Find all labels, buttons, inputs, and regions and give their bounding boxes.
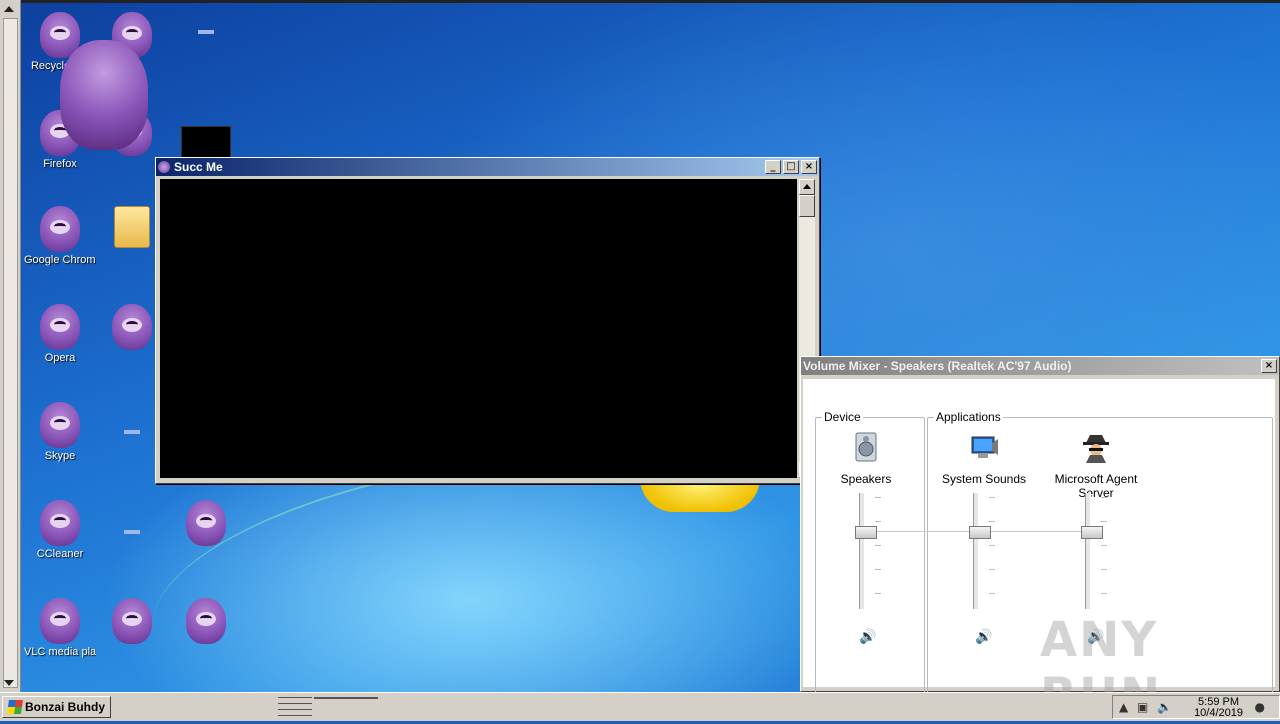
bonzi-icon bbox=[112, 598, 152, 644]
desktop-icon[interactable] bbox=[96, 598, 168, 644]
desktop-icon[interactable] bbox=[170, 598, 242, 644]
taskbar-divider bbox=[314, 697, 378, 699]
channel-name: Microsoft Agent Server bbox=[1054, 472, 1138, 500]
speakers-volume-thumb[interactable] bbox=[855, 526, 877, 539]
window-title: Volume Mixer - Speakers (Realtek AC'97 A… bbox=[803, 359, 1072, 373]
clock-date: 10/4/2019 bbox=[1194, 707, 1243, 719]
scroll-up-arrow-icon[interactable] bbox=[4, 6, 14, 12]
bonzi-icon bbox=[112, 304, 152, 350]
agent-volume-thumb[interactable] bbox=[1081, 526, 1103, 539]
channel-name: Speakers bbox=[840, 472, 892, 486]
bonzi-icon bbox=[186, 500, 226, 546]
scroll-thumb[interactable] bbox=[3, 18, 18, 688]
maximize-button[interactable]: □ bbox=[783, 160, 799, 174]
bonzi-icon bbox=[186, 598, 226, 644]
channel-name: System Sounds bbox=[941, 472, 1027, 486]
system-sounds-icon bbox=[971, 436, 998, 458]
bonzi-icon bbox=[40, 304, 80, 350]
desktop-icon-vlc[interactable]: VLC media player bbox=[24, 598, 96, 658]
start-button-label: Bonzai Buhdy bbox=[25, 700, 105, 714]
channel-speakers: Speakers bbox=[811, 431, 921, 486]
desktop-icon-label: Skype bbox=[44, 450, 76, 462]
scroll-thumb[interactable] bbox=[799, 195, 815, 217]
desktop-icon-label: Firefox bbox=[43, 158, 77, 170]
succ-me-titlebar[interactable]: Succ Me _ □ × bbox=[156, 158, 819, 176]
speakers-volume-track[interactable] bbox=[859, 493, 865, 609]
volume-icon[interactable]: 🔈 bbox=[1157, 700, 1172, 714]
top-border bbox=[0, 0, 1280, 3]
bonzi-buddy-character[interactable] bbox=[60, 40, 148, 150]
system-sounds-volume-track[interactable] bbox=[973, 493, 979, 609]
desktop-icon-label: Opera bbox=[44, 352, 76, 364]
file-icon bbox=[124, 430, 140, 434]
window-title: Succ Me bbox=[174, 160, 223, 174]
device-group-label: Device bbox=[822, 410, 863, 424]
taskbar-grip[interactable] bbox=[278, 697, 312, 717]
system-tray: ▲ ▣ 🔈 5:59 PM 10/4/2019 ● bbox=[1112, 695, 1280, 719]
bonzi-icon bbox=[40, 402, 80, 448]
desktop-icon-label: CCleaner bbox=[36, 548, 84, 560]
desktop-icon[interactable] bbox=[96, 520, 168, 534]
agent-volume-track[interactable] bbox=[1085, 493, 1091, 609]
minimize-button[interactable]: _ bbox=[765, 160, 781, 174]
desktop-icon-label: Google Chrome bbox=[24, 254, 96, 266]
applications-group-label: Applications bbox=[934, 410, 1003, 424]
file-icon bbox=[198, 30, 214, 34]
agent-icon bbox=[1083, 435, 1109, 463]
slider-ticks bbox=[1101, 497, 1107, 607]
show-hidden-icons-icon[interactable]: ▲ bbox=[1119, 700, 1128, 714]
bonzi-app-icon bbox=[158, 161, 170, 173]
slider-ticks bbox=[875, 497, 881, 607]
speakers-mute-button[interactable]: 🔊 bbox=[859, 629, 876, 645]
desktop-icon[interactable] bbox=[170, 500, 242, 546]
file-icon bbox=[124, 530, 140, 534]
bonzi-icon bbox=[40, 598, 80, 644]
speaker-icon bbox=[855, 432, 877, 462]
desktop-icon-ccleaner[interactable]: CCleaner bbox=[24, 500, 96, 560]
folder-icon bbox=[114, 206, 150, 248]
desktop-icon-opera[interactable]: Opera bbox=[24, 304, 96, 364]
system-sounds-mute-button[interactable]: 🔊 bbox=[975, 629, 992, 645]
bonzi-tray-icon[interactable]: ● bbox=[1255, 700, 1265, 714]
bonzi-icon bbox=[40, 206, 80, 252]
network-icon[interactable]: ▣ bbox=[1137, 700, 1148, 714]
scroll-up-button[interactable] bbox=[799, 179, 815, 195]
desktop-icon-chrome[interactable]: Google Chrome bbox=[24, 206, 96, 266]
bonzi-icon bbox=[40, 500, 80, 546]
scroll-down-arrow-icon[interactable] bbox=[4, 680, 14, 686]
left-scrollbar[interactable] bbox=[0, 0, 21, 692]
channel-system-sounds: System Sounds bbox=[929, 431, 1039, 486]
clock[interactable]: 5:59 PM 10/4/2019 bbox=[1194, 697, 1243, 719]
close-button[interactable]: × bbox=[1261, 359, 1277, 373]
volume-mixer-titlebar[interactable]: Volume Mixer - Speakers (Realtek AC'97 A… bbox=[801, 357, 1279, 375]
succ-me-window[interactable]: Succ Me _ □ × bbox=[155, 157, 820, 484]
succ-me-content[interactable] bbox=[160, 179, 797, 478]
desktop-icon[interactable] bbox=[170, 20, 242, 34]
start-button[interactable]: Bonzai Buhdy bbox=[2, 696, 111, 718]
slider-ticks bbox=[989, 497, 995, 607]
windows-logo-icon bbox=[7, 700, 23, 714]
up-arrow-icon bbox=[803, 184, 811, 189]
desktop-icon-label: VLC media player bbox=[24, 646, 96, 658]
system-sounds-volume-thumb[interactable] bbox=[969, 526, 991, 539]
close-button[interactable]: × bbox=[801, 160, 817, 174]
channel-agent-server: Microsoft Agent Server bbox=[1041, 431, 1151, 500]
desktop-icon-skype[interactable]: Skype bbox=[24, 402, 96, 462]
taskbar: Bonzai Buhdy ▲ ▣ 🔈 5:59 PM 10/4/2019 ● bbox=[0, 692, 1280, 721]
